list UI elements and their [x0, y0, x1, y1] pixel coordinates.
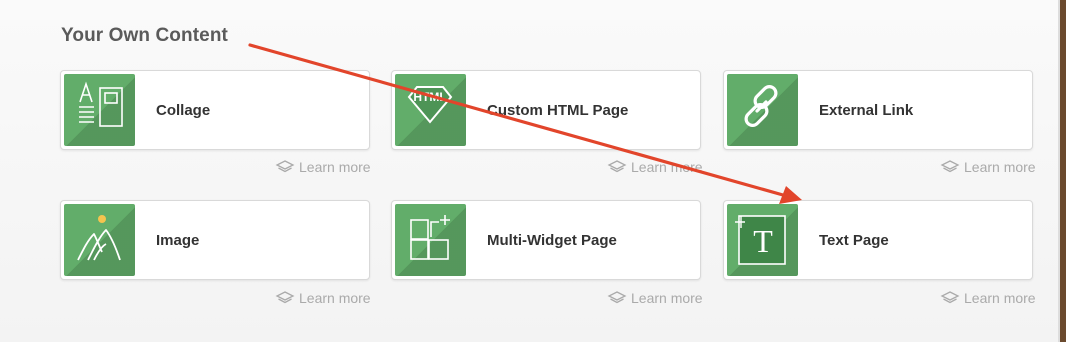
annotation-arrow [248, 43, 802, 204]
